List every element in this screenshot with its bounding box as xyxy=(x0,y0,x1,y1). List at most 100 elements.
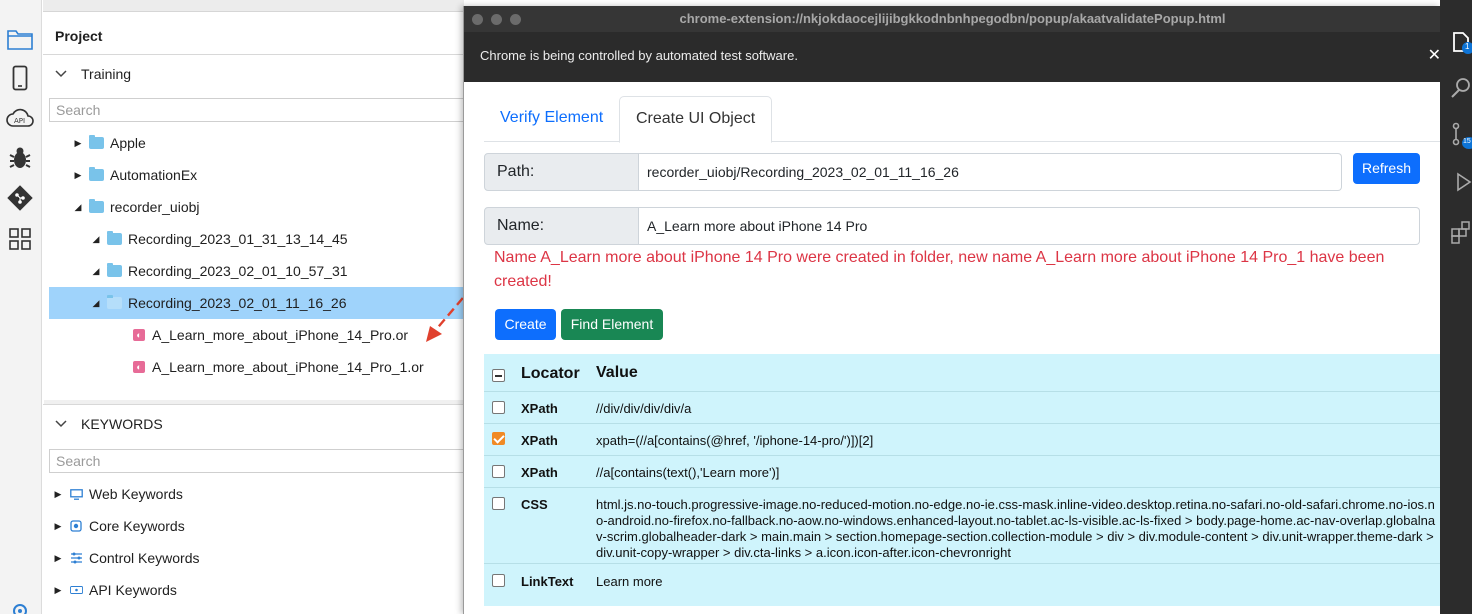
core-chip-icon xyxy=(69,520,83,532)
row-value: //div/div/div/div/a xyxy=(596,401,692,416)
keyword-item-label: Core Keywords xyxy=(89,518,185,534)
header-locator: Locator xyxy=(521,365,580,382)
name-field-group: Name: A_Learn more about iPhone 14 Pro xyxy=(484,207,1420,245)
table-row[interactable]: LinkText Learn more xyxy=(484,564,1440,598)
project-explorer-icon[interactable] xyxy=(5,24,35,54)
tree-item-recording-3-selected[interactable]: ◢ Recording_2023_02_01_11_16_26 xyxy=(49,287,464,319)
explorer-badge-count: 1 xyxy=(1465,42,1470,51)
expand-triangle-icon[interactable]: ▶ xyxy=(53,553,63,564)
duplicate-name-message: Name A_Learn more about iPhone 14 Pro we… xyxy=(494,249,1385,290)
extensions-icon[interactable] xyxy=(1450,220,1472,244)
row-value: //a[contains(text(),'Learn more')] xyxy=(596,465,780,480)
table-row[interactable]: XPath //div/div/div/div/a xyxy=(484,392,1440,424)
create-button[interactable]: Create xyxy=(495,309,556,340)
git-icon[interactable] xyxy=(5,183,35,213)
extension-popup-window: chrome-extension://nkjokdaocejlijibgkkod… xyxy=(463,6,1440,614)
keyword-item-label: Control Keywords xyxy=(89,550,200,566)
automation-info-text: Chrome is being controlled by automated … xyxy=(480,48,798,63)
keywords-label: KEYWORDS xyxy=(81,416,163,432)
find-element-button[interactable]: Find Element xyxy=(561,309,663,340)
row-checkbox[interactable] xyxy=(492,574,505,587)
tree-item-label: Recording_2023_02_01_11_16_26 xyxy=(128,295,347,311)
object-repository-icon: ◐ xyxy=(133,329,145,341)
project-panel: Project Training Search ▶ Apple ▶ Automa… xyxy=(43,0,464,614)
tree-item-automationex[interactable]: ▶ AutomationEx xyxy=(49,159,464,191)
folder-icon xyxy=(89,167,104,181)
header-value: Value xyxy=(596,364,638,381)
row-checkbox[interactable] xyxy=(492,465,505,478)
tree-item-label: Recording_2023_02_01_10_57_31 xyxy=(128,263,348,279)
path-label: Path: xyxy=(484,153,639,191)
search-icon[interactable] xyxy=(1450,76,1472,100)
keyword-item-core[interactable]: ▶ Core Keywords xyxy=(49,510,464,542)
row-checkbox[interactable] xyxy=(492,401,505,414)
tree-item-apple[interactable]: ▶ Apple xyxy=(49,127,464,159)
source-control-badge: 15 xyxy=(1462,137,1472,149)
tree-item-or-file-1[interactable]: ◐ A_Learn_more_about_iPhone_14_Pro.or xyxy=(49,319,464,351)
api-badge-icon xyxy=(69,584,83,596)
tab-verify-element[interactable]: Verify Element xyxy=(484,96,619,142)
popup-tabs: Verify Element Create UI Object xyxy=(484,96,1440,143)
folder-icon xyxy=(89,199,104,213)
row-locator: XPath xyxy=(521,401,558,416)
row-value: xpath=(//a[contains(@href, '/iphone-14-p… xyxy=(596,433,874,448)
tree-item-recorder-uiobj[interactable]: ◢ recorder_uiobj xyxy=(49,191,464,223)
keyword-item-web[interactable]: ▶ Web Keywords xyxy=(49,478,464,510)
refresh-button[interactable]: Refresh xyxy=(1353,153,1420,184)
expand-triangle-icon[interactable]: ▶ xyxy=(73,170,83,181)
collapse-triangle-icon[interactable]: ◢ xyxy=(91,234,101,245)
bug-icon[interactable] xyxy=(5,143,35,173)
minimize-window-dot[interactable] xyxy=(491,14,502,25)
table-row[interactable]: CSS html.js.no-touch.progressive-image.n… xyxy=(484,488,1440,564)
row-locator: CSS xyxy=(521,497,548,512)
tree-item-label: AutomationEx xyxy=(110,167,198,183)
keyword-item-control[interactable]: ▶ Control Keywords xyxy=(49,542,464,574)
project-search-input[interactable]: Search xyxy=(49,98,464,122)
table-row[interactable]: XPath //a[contains(text(),'Learn more')] xyxy=(484,456,1440,488)
window-top-strip xyxy=(43,0,464,12)
panel-divider[interactable] xyxy=(43,404,464,405)
expand-triangle-icon[interactable]: ▶ xyxy=(53,585,63,596)
mobile-device-icon[interactable] xyxy=(5,63,35,93)
select-all-checkbox[interactable] xyxy=(492,369,505,382)
training-section-header[interactable]: Training xyxy=(55,66,131,82)
row-checkbox-checked[interactable] xyxy=(492,432,505,445)
row-value: Learn more xyxy=(596,574,663,589)
tree-item-label: A_Learn_more_about_iPhone_14_Pro.or xyxy=(152,327,409,343)
collapse-triangle-icon[interactable]: ◢ xyxy=(91,266,101,277)
monitor-icon xyxy=(69,488,83,500)
close-window-dot[interactable] xyxy=(472,14,483,25)
tree-item-label: Apple xyxy=(110,135,146,151)
expand-triangle-icon[interactable]: ▶ xyxy=(53,489,63,500)
api-icon-label: API xyxy=(14,117,25,125)
row-checkbox[interactable] xyxy=(492,497,505,510)
popup-title-bar[interactable]: chrome-extension://nkjokdaocejlijibgkkod… xyxy=(464,6,1440,32)
table-row[interactable]: XPath xpath=(//a[contains(@href, '/iphon… xyxy=(484,424,1440,456)
settings-gear-icon[interactable] xyxy=(5,596,35,614)
keywords-section-header[interactable]: KEYWORDS xyxy=(55,416,163,432)
grid-icon[interactable] xyxy=(5,224,35,254)
tab-create-ui-object[interactable]: Create UI Object xyxy=(619,96,773,143)
row-value: html.js.no-touch.progressive-image.no-re… xyxy=(596,497,1436,560)
run-debug-icon[interactable] xyxy=(1450,170,1472,194)
expand-triangle-icon[interactable]: ▶ xyxy=(73,138,83,149)
name-input[interactable]: A_Learn more about iPhone 14 Pro xyxy=(639,207,1420,245)
object-repository-icon: ◐ xyxy=(133,361,145,373)
tree-item-recording-1[interactable]: ◢ Recording_2023_01_31_13_14_45 xyxy=(49,223,464,255)
collapse-triangle-icon[interactable]: ◢ xyxy=(91,298,101,309)
path-input[interactable]: recorder_uiobj/Recording_2023_02_01_11_1… xyxy=(639,153,1342,191)
popup-url-title: chrome-extension://nkjokdaocejlijibgkkod… xyxy=(679,11,1226,26)
close-infobar-icon[interactable]: ✕ xyxy=(1428,32,1440,80)
row-locator: XPath xyxy=(521,465,558,480)
api-cloud-icon[interactable]: API xyxy=(5,104,35,134)
tree-item-or-file-2[interactable]: ◐ A_Learn_more_about_iPhone_14_Pro_1.or xyxy=(49,351,464,383)
collapse-triangle-icon[interactable]: ◢ xyxy=(73,202,83,213)
maximize-window-dot[interactable] xyxy=(510,14,521,25)
source-control-badge-count: 15 xyxy=(1463,138,1471,145)
tree-item-recording-2[interactable]: ◢ Recording_2023_02_01_10_57_31 xyxy=(49,255,464,287)
explorer-badge: 1 xyxy=(1462,42,1472,54)
automation-info-bar: Chrome is being controlled by automated … xyxy=(464,32,1440,82)
keyword-item-api[interactable]: ▶ API Keywords xyxy=(49,574,464,606)
keywords-search-input[interactable]: Search xyxy=(49,449,464,473)
expand-triangle-icon[interactable]: ▶ xyxy=(53,521,63,532)
